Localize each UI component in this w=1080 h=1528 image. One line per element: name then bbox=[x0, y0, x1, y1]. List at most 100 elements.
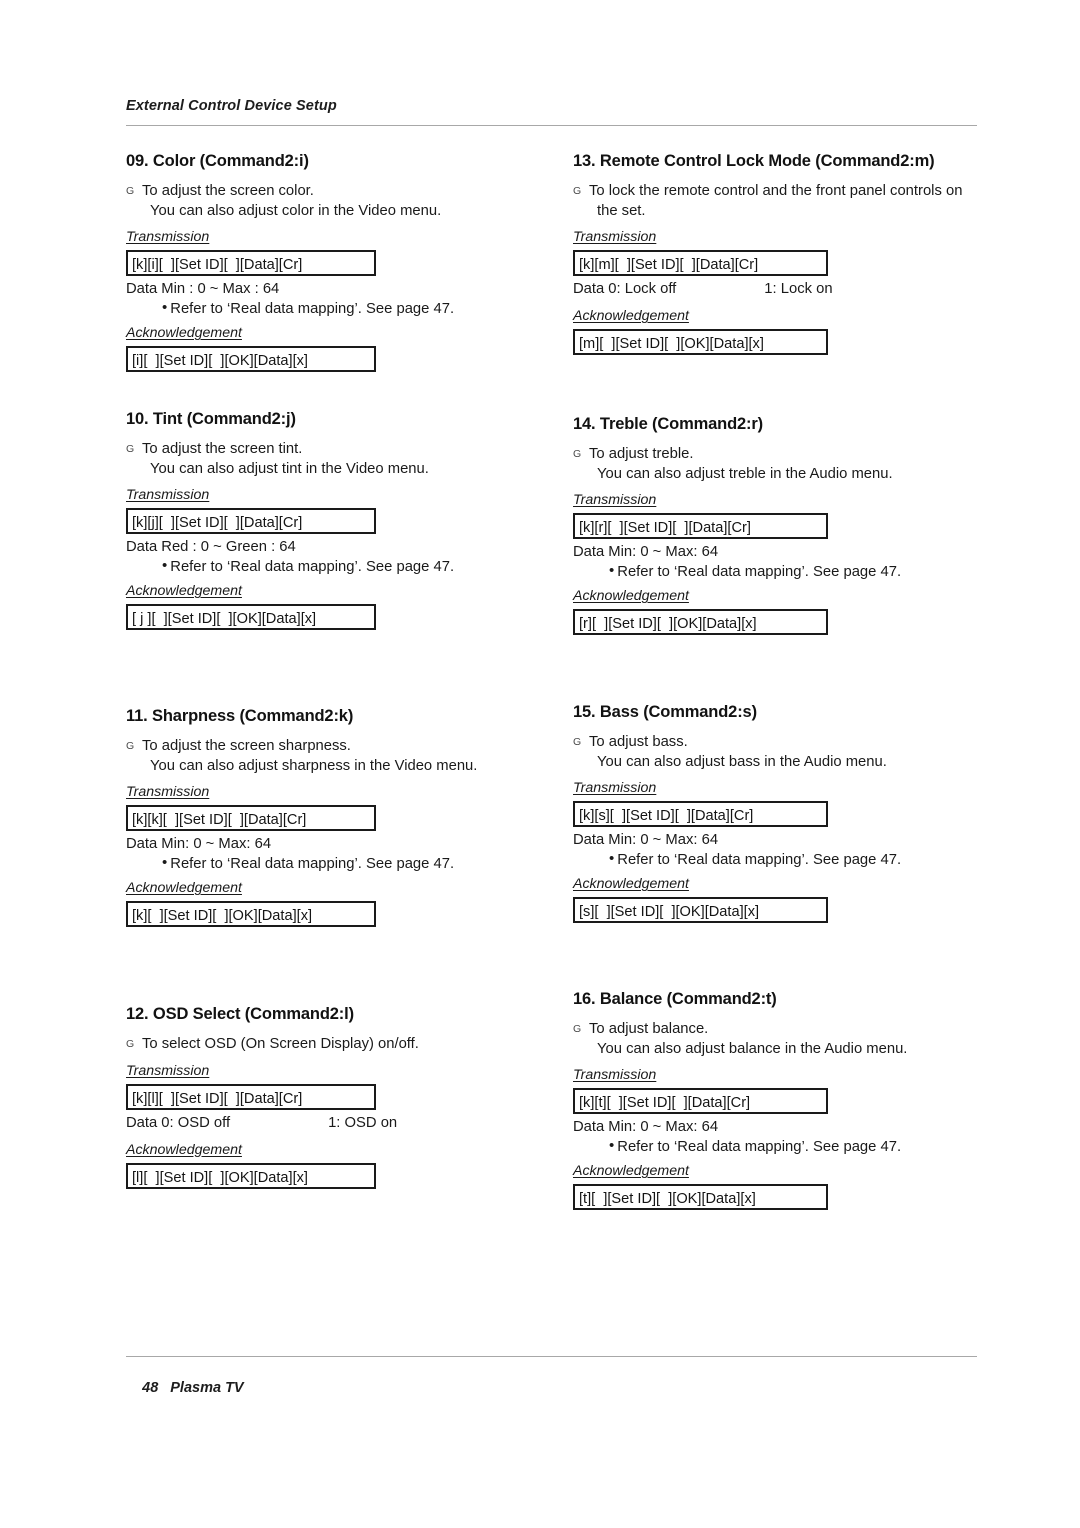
transmission-code-box: [k][l][ ][Set ID][ ][Data][Cr] bbox=[126, 1083, 376, 1110]
transmission-label: Transmission bbox=[573, 492, 657, 508]
command-section-title: 09. Color (Command2:i) bbox=[126, 152, 309, 170]
acknowledgement-code-box: [l][ ][Set ID][ ][OK][Data][x] bbox=[126, 1162, 376, 1189]
description-line-1: To adjust balance. bbox=[589, 1021, 709, 1037]
refer-note: • Refer to ‘Real data mapping’. See page … bbox=[126, 299, 546, 317]
refer-note: • Refer to ‘Real data mapping’. See page … bbox=[126, 557, 546, 575]
round-bullet-icon: • bbox=[162, 299, 168, 316]
description-line-1: To adjust bass. bbox=[589, 734, 688, 750]
command-section-title: 14. Treble (Command2:r) bbox=[573, 415, 764, 433]
description-line-2: You can also adjust color in the Video m… bbox=[150, 202, 442, 219]
data-range-row: Data Min : 0 ~ Max : 64 bbox=[126, 281, 546, 297]
command-description: G To adjust the screen sharpness. You can … bbox=[126, 737, 546, 776]
arrow-bullet-icon: G bbox=[573, 736, 582, 748]
footer-page-number: 48 bbox=[142, 1380, 159, 1396]
data-value-secondary: 1: OSD on bbox=[328, 1114, 398, 1131]
acknowledgement-label: Acknowledgement bbox=[126, 325, 242, 341]
description-lines: To adjust the screen color. You can also … bbox=[142, 182, 546, 221]
refer-note: • Refer to ‘Real data mapping’. See page … bbox=[573, 1137, 993, 1155]
command-description: G To adjust treble. You can also adjust tr… bbox=[573, 445, 993, 484]
transmission-label: Transmission bbox=[126, 487, 210, 503]
description-lines: To adjust the screen sharpness. You can a… bbox=[142, 737, 546, 776]
transmission-code-box: [k][k][ ][Set ID][ ][Data][Cr] bbox=[126, 805, 376, 831]
command-section: 10. Tint (Command2:j) G To adjust the scre… bbox=[126, 410, 546, 630]
refer-note: • Refer to ‘Real data mapping’. See page … bbox=[126, 854, 546, 872]
transmission-code-box: [k][r][ ][Set ID][ ][Data][Cr] bbox=[573, 513, 828, 539]
data-value-primary: Min: 0 ~ Max: 64 bbox=[608, 832, 719, 848]
command-section: 14. Treble (Command2:r) G To adjust treble… bbox=[573, 415, 993, 635]
data-value-primary: Min: 0 ~ Max: 64 bbox=[608, 1119, 719, 1135]
transmission-code-box: [k][j][ ][Set ID][ ][Data][Cr] bbox=[126, 508, 376, 534]
transmission-label: Transmission bbox=[126, 784, 210, 800]
command-section-title: 16. Balance (Command2:t) bbox=[573, 990, 777, 1008]
description-line-1: To adjust the screen tint. bbox=[142, 441, 303, 457]
data-range-row: Data 0: Lock off 1: Lock on bbox=[573, 281, 993, 297]
data-label: Data bbox=[573, 544, 605, 560]
data-label: Data bbox=[573, 1119, 605, 1135]
round-bullet-icon: • bbox=[609, 850, 615, 867]
round-bullet-icon: • bbox=[609, 1137, 615, 1154]
command-section-title: 11. Sharpness (Command2:k) bbox=[126, 707, 354, 725]
acknowledgement-code-box: [ j ][ ][Set ID][ ][OK][Data][x] bbox=[126, 604, 376, 630]
data-label: Data bbox=[126, 836, 158, 852]
transmission-label: Transmission bbox=[573, 229, 657, 245]
command-description: G To select OSD (On Screen Display) on/of… bbox=[126, 1035, 546, 1055]
refer-note-text: Refer to ‘Real data mapping’. See page 4… bbox=[617, 1139, 902, 1155]
round-bullet-icon: • bbox=[162, 854, 168, 871]
refer-note-text: Refer to ‘Real data mapping’. See page 4… bbox=[617, 852, 902, 868]
refer-note-text: Refer to ‘Real data mapping’. See page 4… bbox=[617, 564, 902, 580]
transmission-label: Transmission bbox=[573, 780, 657, 796]
command-description: G To adjust the screen tint. You can also … bbox=[126, 440, 546, 479]
data-value-primary: Red : 0 ~ Green : 64 bbox=[161, 539, 296, 555]
refer-note: • Refer to ‘Real data mapping’. See page … bbox=[573, 850, 993, 868]
acknowledgement-code-box: [r][ ][Set ID][ ][OK][Data][x] bbox=[573, 609, 828, 635]
command-section: 13. Remote Control Lock Mode (Command2:m… bbox=[573, 152, 993, 355]
acknowledgement-code-box: [k][ ][Set ID][ ][OK][Data][x] bbox=[126, 901, 376, 927]
arrow-bullet-icon: G bbox=[126, 740, 135, 752]
data-label: Data bbox=[126, 1114, 158, 1131]
data-value-primary: 0: Lock off bbox=[608, 281, 677, 297]
data-value-primary: Min: 0 ~ Max: 64 bbox=[161, 836, 272, 852]
description-line-1: To adjust the screen sharpness. bbox=[142, 738, 351, 754]
arrow-bullet-icon: G bbox=[126, 443, 135, 455]
acknowledgement-code-box: [t][ ][Set ID][ ][OK][Data][x] bbox=[573, 1184, 828, 1210]
acknowledgement-label: Acknowledgement bbox=[573, 876, 689, 892]
transmission-label: Transmission bbox=[126, 229, 210, 245]
command-description: G To adjust the screen color. You can also… bbox=[126, 182, 546, 221]
transmission-code-box: [k][i][ ][Set ID][ ][Data][Cr] bbox=[126, 250, 376, 276]
command-section-title: 10. Tint (Command2:j) bbox=[126, 410, 296, 428]
description-line-2: You can also adjust balance in the Audio… bbox=[597, 1040, 908, 1057]
description-lines: To select OSD (On Screen Display) on/off… bbox=[142, 1035, 546, 1055]
description-line-1: To lock the remote control and the front… bbox=[589, 183, 963, 199]
arrow-bullet-icon: G bbox=[573, 185, 582, 197]
acknowledgement-label: Acknowledgement bbox=[126, 880, 242, 896]
description-line-1: To select OSD (On Screen Display) on/off… bbox=[142, 1036, 419, 1052]
description-line-1: To adjust the screen color. bbox=[142, 183, 314, 199]
command-description: G To lock the remote control and the fron… bbox=[573, 182, 993, 221]
transmission-code-box: [k][s][ ][Set ID][ ][Data][Cr] bbox=[573, 801, 828, 827]
data-label: Data bbox=[126, 539, 158, 555]
command-section-title: 15. Bass (Command2:s) bbox=[573, 703, 757, 721]
data-range-row: Data 0: OSD off 1: OSD on bbox=[126, 1115, 546, 1131]
transmission-code-box: [k][m][ ][Set ID][ ][Data][Cr] bbox=[573, 250, 828, 276]
data-value-secondary: 1: Lock on bbox=[764, 281, 833, 297]
data-value-primary: Min : 0 ~ Max : 64 bbox=[161, 281, 280, 297]
command-section: 11. Sharpness (Command2:k) G To adjust the… bbox=[126, 707, 546, 927]
data-range-row: Data Red : 0 ~ Green : 64 bbox=[126, 539, 546, 555]
data-label: Data bbox=[573, 832, 605, 848]
command-section: 09. Color (Command2:i) G To adjust the scr… bbox=[126, 152, 546, 372]
header-divider bbox=[126, 125, 977, 126]
description-lines: To adjust treble. You can also adjust tre… bbox=[589, 445, 993, 484]
arrow-bullet-icon: G bbox=[126, 185, 135, 197]
data-range-row: Data Min: 0 ~ Max: 64 bbox=[573, 544, 993, 560]
acknowledgement-code-box: [m][ ][Set ID][ ][OK][Data][x] bbox=[573, 329, 828, 355]
acknowledgement-label: Acknowledgement bbox=[573, 588, 689, 604]
description-lines: To adjust bass. You can also adjust bass … bbox=[589, 733, 993, 772]
transmission-label: Transmission bbox=[126, 1062, 210, 1079]
data-range-row: Data Min: 0 ~ Max: 64 bbox=[573, 1119, 993, 1135]
data-label: Data bbox=[126, 281, 158, 297]
round-bullet-icon: • bbox=[609, 562, 615, 579]
command-section: 12. OSD Select (Command2:l) G To select OS… bbox=[126, 1005, 546, 1189]
arrow-bullet-icon: G bbox=[573, 1023, 582, 1035]
